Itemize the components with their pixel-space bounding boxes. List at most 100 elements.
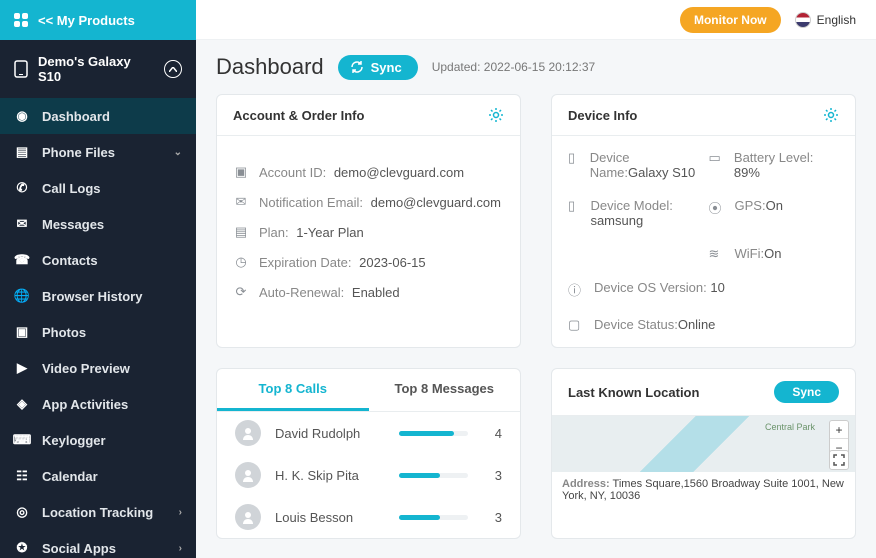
menu-icon: ◎ [14,504,30,520]
account-card-title: Account & Order Info [233,108,364,123]
sidebar-item-label: Browser History [42,289,142,304]
sidebar-item-label: Calendar [42,469,98,484]
menu-icon: ▤ [14,144,30,160]
menu-icon: ▣ [14,324,30,340]
tab-top-calls[interactable]: Top 8 Calls [217,369,369,411]
sidebar-item-label: Dashboard [42,109,110,124]
sidebar-item-dashboard[interactable]: ◉ Dashboard [0,98,196,134]
menu-icon: ☎ [14,252,30,268]
sidebar-item-contacts[interactable]: ☎ Contacts [0,242,196,278]
page-title: Dashboard [216,54,324,80]
account-row: ✉Notification Email: demo@clevguard.com [233,194,504,210]
monitor-now-button[interactable]: Monitor Now [680,7,781,33]
sidebar-item-video-preview[interactable]: ▶Video Preview [0,350,196,386]
sidebar-item-messages[interactable]: ✉ Messages [0,206,196,242]
call-count: 3 [482,468,502,483]
call-count: 4 [482,426,502,441]
gear-icon[interactable] [823,107,839,123]
menu-icon: 🌐 [14,288,30,304]
call-row[interactable]: David Rudolph 4 [217,412,520,454]
location-sync-button[interactable]: Sync [774,381,839,403]
tab-top-messages[interactable]: Top 8 Messages [369,369,521,411]
sidebar-item-label: Call Logs [42,181,101,196]
menu-icon: ☷ [14,468,30,484]
menu-icon: ▶ [14,360,30,376]
row-icon: ▣ [233,164,249,180]
sidebar-item-app-activities[interactable]: ◈ App Activities [0,386,196,422]
chevron-icon: › [179,543,182,554]
sidebar-item-label: Keylogger [42,433,106,448]
menu-icon: ✪ [14,540,30,556]
monitor-icon: ▢ [568,317,584,333]
wifi-icon: ≋ [709,246,725,262]
sidebar-item-label: Messages [42,217,104,232]
call-bar [399,431,468,436]
updated-text: Updated: 2022-06-15 20:12:37 [432,60,595,74]
gear-icon[interactable] [488,107,504,123]
avatar-icon [235,420,261,446]
account-row: ⟳Auto-Renewal: Enabled [233,284,504,300]
map-view[interactable]: Central Park + − [552,416,855,472]
flag-icon [795,12,811,28]
sidebar-item-phone-files[interactable]: ▤ Phone Files ⌄ [0,134,196,170]
my-products-label: << My Products [38,13,135,28]
account-row: ◷Expiration Date: 2023-06-15 [233,254,504,270]
sync-label: Sync [371,60,402,75]
call-bar [399,515,468,520]
location-icon: ⦿ [709,198,725,217]
call-bar [399,473,468,478]
sync-button[interactable]: Sync [338,55,418,80]
phone-icon: ▯ [568,150,580,166]
sidebar-item-location-tracking[interactable]: ◎ Location Tracking › [0,494,196,530]
sidebar-item-label: Location Tracking [42,505,153,520]
zoom-in-button[interactable]: + [830,421,848,439]
device-name: Demo's Galaxy S10 [38,54,154,84]
location-address: Address: Times Square,1560 Broadway Suit… [552,472,855,508]
sidebar-item-label: Phone Files [42,145,115,160]
menu-icon: ✆ [14,180,30,196]
device-card-title: Device Info [568,108,637,123]
avatar-icon [235,504,261,530]
device-selector[interactable]: Demo's Galaxy S10 [0,40,196,98]
row-icon: ▤ [233,224,249,240]
phone-icon [14,60,28,78]
call-name: H. K. Skip Pita [275,468,385,483]
row-icon: ⟳ [233,284,249,300]
account-row: ▣Account ID: demo@clevguard.com [233,164,504,180]
chevron-up-icon [164,60,182,78]
sidebar-item-social-apps[interactable]: ✪ Social Apps › [0,530,196,558]
sidebar-item-calendar[interactable]: ☷ Calendar [0,458,196,494]
my-products-link[interactable]: << My Products [0,0,196,40]
sidebar-item-browser-history[interactable]: 🌐 Browser History [0,278,196,314]
menu-icon: ⌨ [14,432,30,448]
language-selector[interactable]: English [795,12,856,28]
row-icon: ✉ [233,194,249,210]
call-row[interactable]: H. K. Skip Pita 3 [217,454,520,496]
phone-icon: ▯ [568,198,580,214]
sidebar-item-keylogger[interactable]: ⌨ Keylogger [0,422,196,458]
battery-icon: ▭ [709,150,724,166]
map-park-label: Central Park [765,422,815,432]
call-name: David Rudolph [275,426,385,441]
chevron-icon: ⌄ [174,147,182,158]
menu-icon: ✉ [14,216,30,232]
sidebar-item-photos[interactable]: ▣ Photos [0,314,196,350]
row-icon: ◷ [233,254,249,270]
menu-icon: ◈ [14,396,30,412]
call-name: Louis Besson [275,510,385,525]
info-icon: ⓘ [568,280,584,299]
sidebar-item-label: Photos [42,325,86,340]
sidebar-item-label: Social Apps [42,541,116,556]
account-row: ▤Plan: 1-Year Plan [233,224,504,240]
language-label: English [817,13,856,27]
fullscreen-icon[interactable] [829,450,849,470]
menu-icon: ◉ [14,108,30,124]
refresh-icon [350,60,364,74]
call-row[interactable]: Louis Besson 3 [217,496,520,538]
sidebar-item-label: Contacts [42,253,98,268]
sidebar-item-call-logs[interactable]: ✆ Call Logs [0,170,196,206]
chevron-icon: › [179,507,182,518]
sidebar-item-label: App Activities [42,397,128,412]
call-count: 3 [482,510,502,525]
avatar-icon [235,462,261,488]
